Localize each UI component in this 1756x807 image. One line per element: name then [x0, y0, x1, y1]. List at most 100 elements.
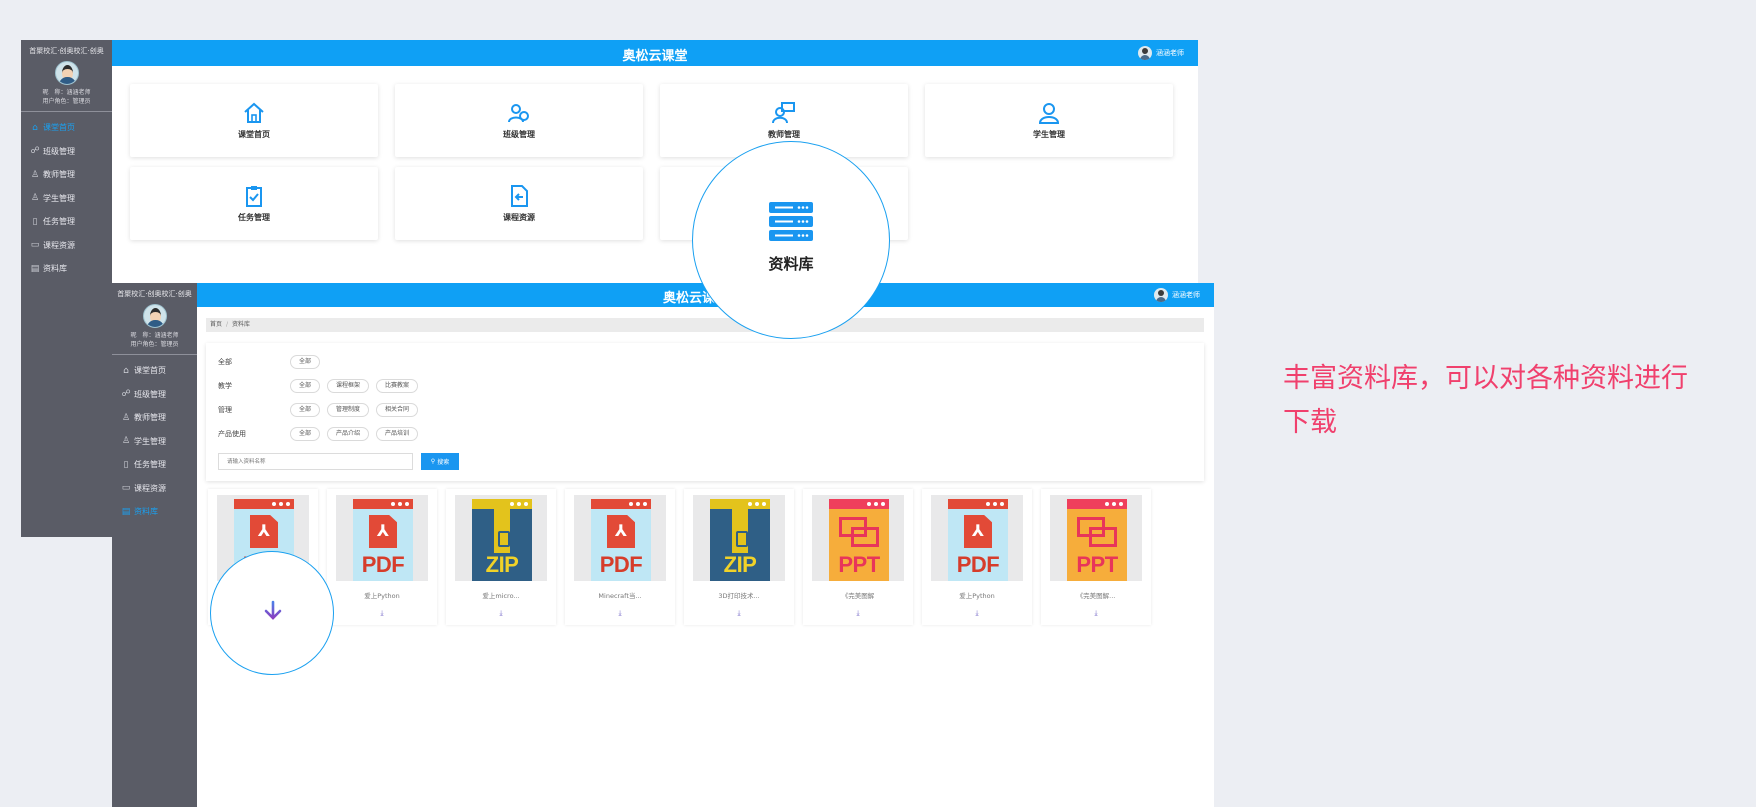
card-tasks[interactable]: 任务管理	[130, 167, 378, 240]
download-icon[interactable]	[258, 599, 288, 629]
file-card[interactable]: PDF 爱上Python ⤓	[327, 489, 437, 625]
breadcrumb-home[interactable]: 首页	[210, 321, 222, 328]
filter-chip[interactable]: 全部	[290, 403, 321, 417]
card-label: 教师管理	[768, 130, 800, 139]
file-name: 3D打印技术...	[718, 592, 760, 600]
ppt-icon: PPT	[829, 499, 889, 581]
course-icon: ▭	[121, 483, 131, 494]
search-row: ⚲搜索	[218, 453, 459, 470]
sidebar-item-label: 教师管理	[43, 170, 75, 180]
pdf-icon: PDF	[353, 499, 413, 581]
filter-chip[interactable]: 全部	[290, 355, 321, 369]
filter-row-teaching: 教学 全部 课程框架 比赛教案	[218, 378, 425, 394]
zip-icon: ZIP	[472, 499, 532, 581]
zip-icon: ZIP	[710, 499, 770, 581]
card-students[interactable]: 学生管理	[925, 84, 1173, 157]
file-name: 爱上micro...	[482, 592, 520, 600]
filter-chip[interactable]: 相关合同	[376, 403, 419, 417]
home-icon	[244, 102, 264, 123]
library-callout: 资料库	[692, 141, 890, 339]
sidebar-item-classes[interactable]: ☍ 班级管理	[112, 383, 197, 407]
file-name: 《完美图解	[841, 592, 875, 600]
home-icon: ⌂	[32, 122, 38, 133]
sidebar-item-label: 课程资源	[43, 240, 75, 250]
search-button-label: 搜索	[437, 459, 450, 466]
sidebar-item-label: 任务管理	[134, 460, 166, 470]
sidebar-item-home[interactable]: ⌂ 课堂首页	[112, 359, 197, 383]
filter-row-product: 产品使用 全部 产品介绍 产品培训	[218, 426, 425, 442]
user-role: 用户角色：管理员	[42, 98, 91, 105]
user-menu[interactable]: 涵涵老师	[1154, 288, 1200, 302]
download-icon[interactable]: ⤓	[1041, 609, 1151, 618]
download-icon[interactable]: ⤓	[803, 609, 913, 618]
sidebar-item-courses[interactable]: ▭ 课程资源	[21, 234, 112, 258]
avatar	[54, 61, 79, 85]
sidebar-item-home[interactable]: ⌂ 课堂首页	[21, 116, 112, 140]
file-thumbnail: PDF	[574, 495, 666, 581]
sidebar-item-label: 任务管理	[43, 217, 75, 227]
sidebar-item-courses[interactable]: ▭ 课程资源	[112, 477, 197, 501]
filter-chip[interactable]: 全部	[290, 427, 321, 441]
filter-chip[interactable]: 课程框架	[327, 379, 370, 393]
dashboard-panel: 课堂首页 班级管理 教师管理 学生管理 任务管理 课程资源	[112, 66, 1198, 283]
filter-chip[interactable]: 管理制度	[327, 403, 370, 417]
search-input[interactable]	[218, 453, 413, 470]
download-icon[interactable]: ⤓	[446, 609, 556, 618]
sidebar-item-label: 教师管理	[134, 413, 166, 423]
student-icon: ♙	[30, 193, 40, 204]
library-panel: 首页 / 资料库 全部 全部 教学 全部 课程框架 比赛教案 管理 全部 管理制度 …	[197, 307, 1214, 807]
clipboard-icon	[246, 186, 262, 207]
task-icon: ▯	[32, 216, 38, 227]
sidebar-item-library[interactable]: ▤ 资料库	[112, 500, 197, 524]
download-icon[interactable]: ⤓	[684, 609, 794, 618]
card-course-resources[interactable]: 课程资源	[395, 167, 643, 240]
filter-label: 教学	[218, 382, 232, 390]
file-type: ZIP	[723, 552, 757, 577]
breadcrumb-current: 资料库	[232, 321, 251, 328]
file-name: Minecraft当...	[598, 592, 642, 600]
sidebar-item-label: 学生管理	[43, 193, 75, 203]
sidebar-item-tasks[interactable]: ▯ 任务管理	[21, 210, 112, 234]
file-name: 爱上Python	[364, 592, 400, 600]
sidebar-item-label: 班级管理	[134, 389, 166, 399]
download-icon[interactable]: ⤓	[565, 609, 675, 618]
avatar	[1138, 46, 1152, 60]
sidebar-item-teachers[interactable]: ♙ 教师管理	[21, 163, 112, 187]
filter-chip[interactable]: 产品介绍	[327, 427, 370, 441]
file-card[interactable]: PPT 《完美图解 ⤓	[803, 489, 913, 625]
sidebar-item-students[interactable]: ♙ 学生管理	[21, 187, 112, 211]
file-type: PDF	[361, 552, 405, 577]
sidebar-item-label: 课堂首页	[134, 366, 166, 376]
sidebar-item-tasks[interactable]: ▯ 任务管理	[112, 453, 197, 477]
file-card[interactable]: ZIP 3D打印技术... ⤓	[684, 489, 794, 625]
file-card[interactable]: PDF Minecraft当... ⤓	[565, 489, 675, 625]
download-icon[interactable]: ⤓	[327, 609, 437, 618]
filter-chip[interactable]: 全部	[290, 379, 321, 393]
app-title: 奥松云课堂	[622, 49, 688, 64]
library-callout-label: 资料库	[768, 255, 814, 273]
file-card[interactable]: PPT 《完美图解... ⤓	[1041, 489, 1151, 625]
user-menu[interactable]: 涵涵老师	[1138, 46, 1184, 60]
download-icon[interactable]: ⤓	[922, 609, 1032, 618]
school-name: 首聚校汇·创奥校汇·创奥	[117, 290, 192, 298]
filter-chip[interactable]: 产品培训	[376, 427, 419, 441]
user-nickname: 昵 称：涵涵老师	[130, 332, 179, 339]
feature-caption: 丰富资料库，可以对各种资料进行下载	[1283, 363, 1688, 438]
sidebar-item-classes[interactable]: ☍ 班级管理	[21, 140, 112, 164]
file-card[interactable]: ZIP 爱上micro... ⤓	[446, 489, 556, 625]
student-icon: ♙	[121, 436, 131, 447]
card-home[interactable]: 课堂首页	[130, 84, 378, 157]
filter-chip[interactable]: 比赛教案	[376, 379, 419, 393]
breadcrumb: 首页 / 资料库	[206, 318, 1204, 332]
user-name: 涵涵老师	[1156, 49, 1184, 57]
breadcrumb-separator: /	[226, 321, 229, 328]
sidebar-item-library[interactable]: ▤ 资料库	[21, 257, 112, 281]
sidebar-item-label: 学生管理	[134, 436, 166, 446]
file-card[interactable]: PDF 爱上Python ⤓	[922, 489, 1032, 625]
sidebar-item-students[interactable]: ♙ 学生管理	[112, 430, 197, 454]
search-button[interactable]: ⚲ 搜索	[421, 453, 459, 470]
sidebar-item-teachers[interactable]: ♙ 教师管理	[112, 406, 197, 430]
sidebar-item-label: 资料库	[43, 264, 67, 274]
avatar	[1154, 288, 1168, 302]
card-classes[interactable]: 班级管理	[395, 84, 643, 157]
